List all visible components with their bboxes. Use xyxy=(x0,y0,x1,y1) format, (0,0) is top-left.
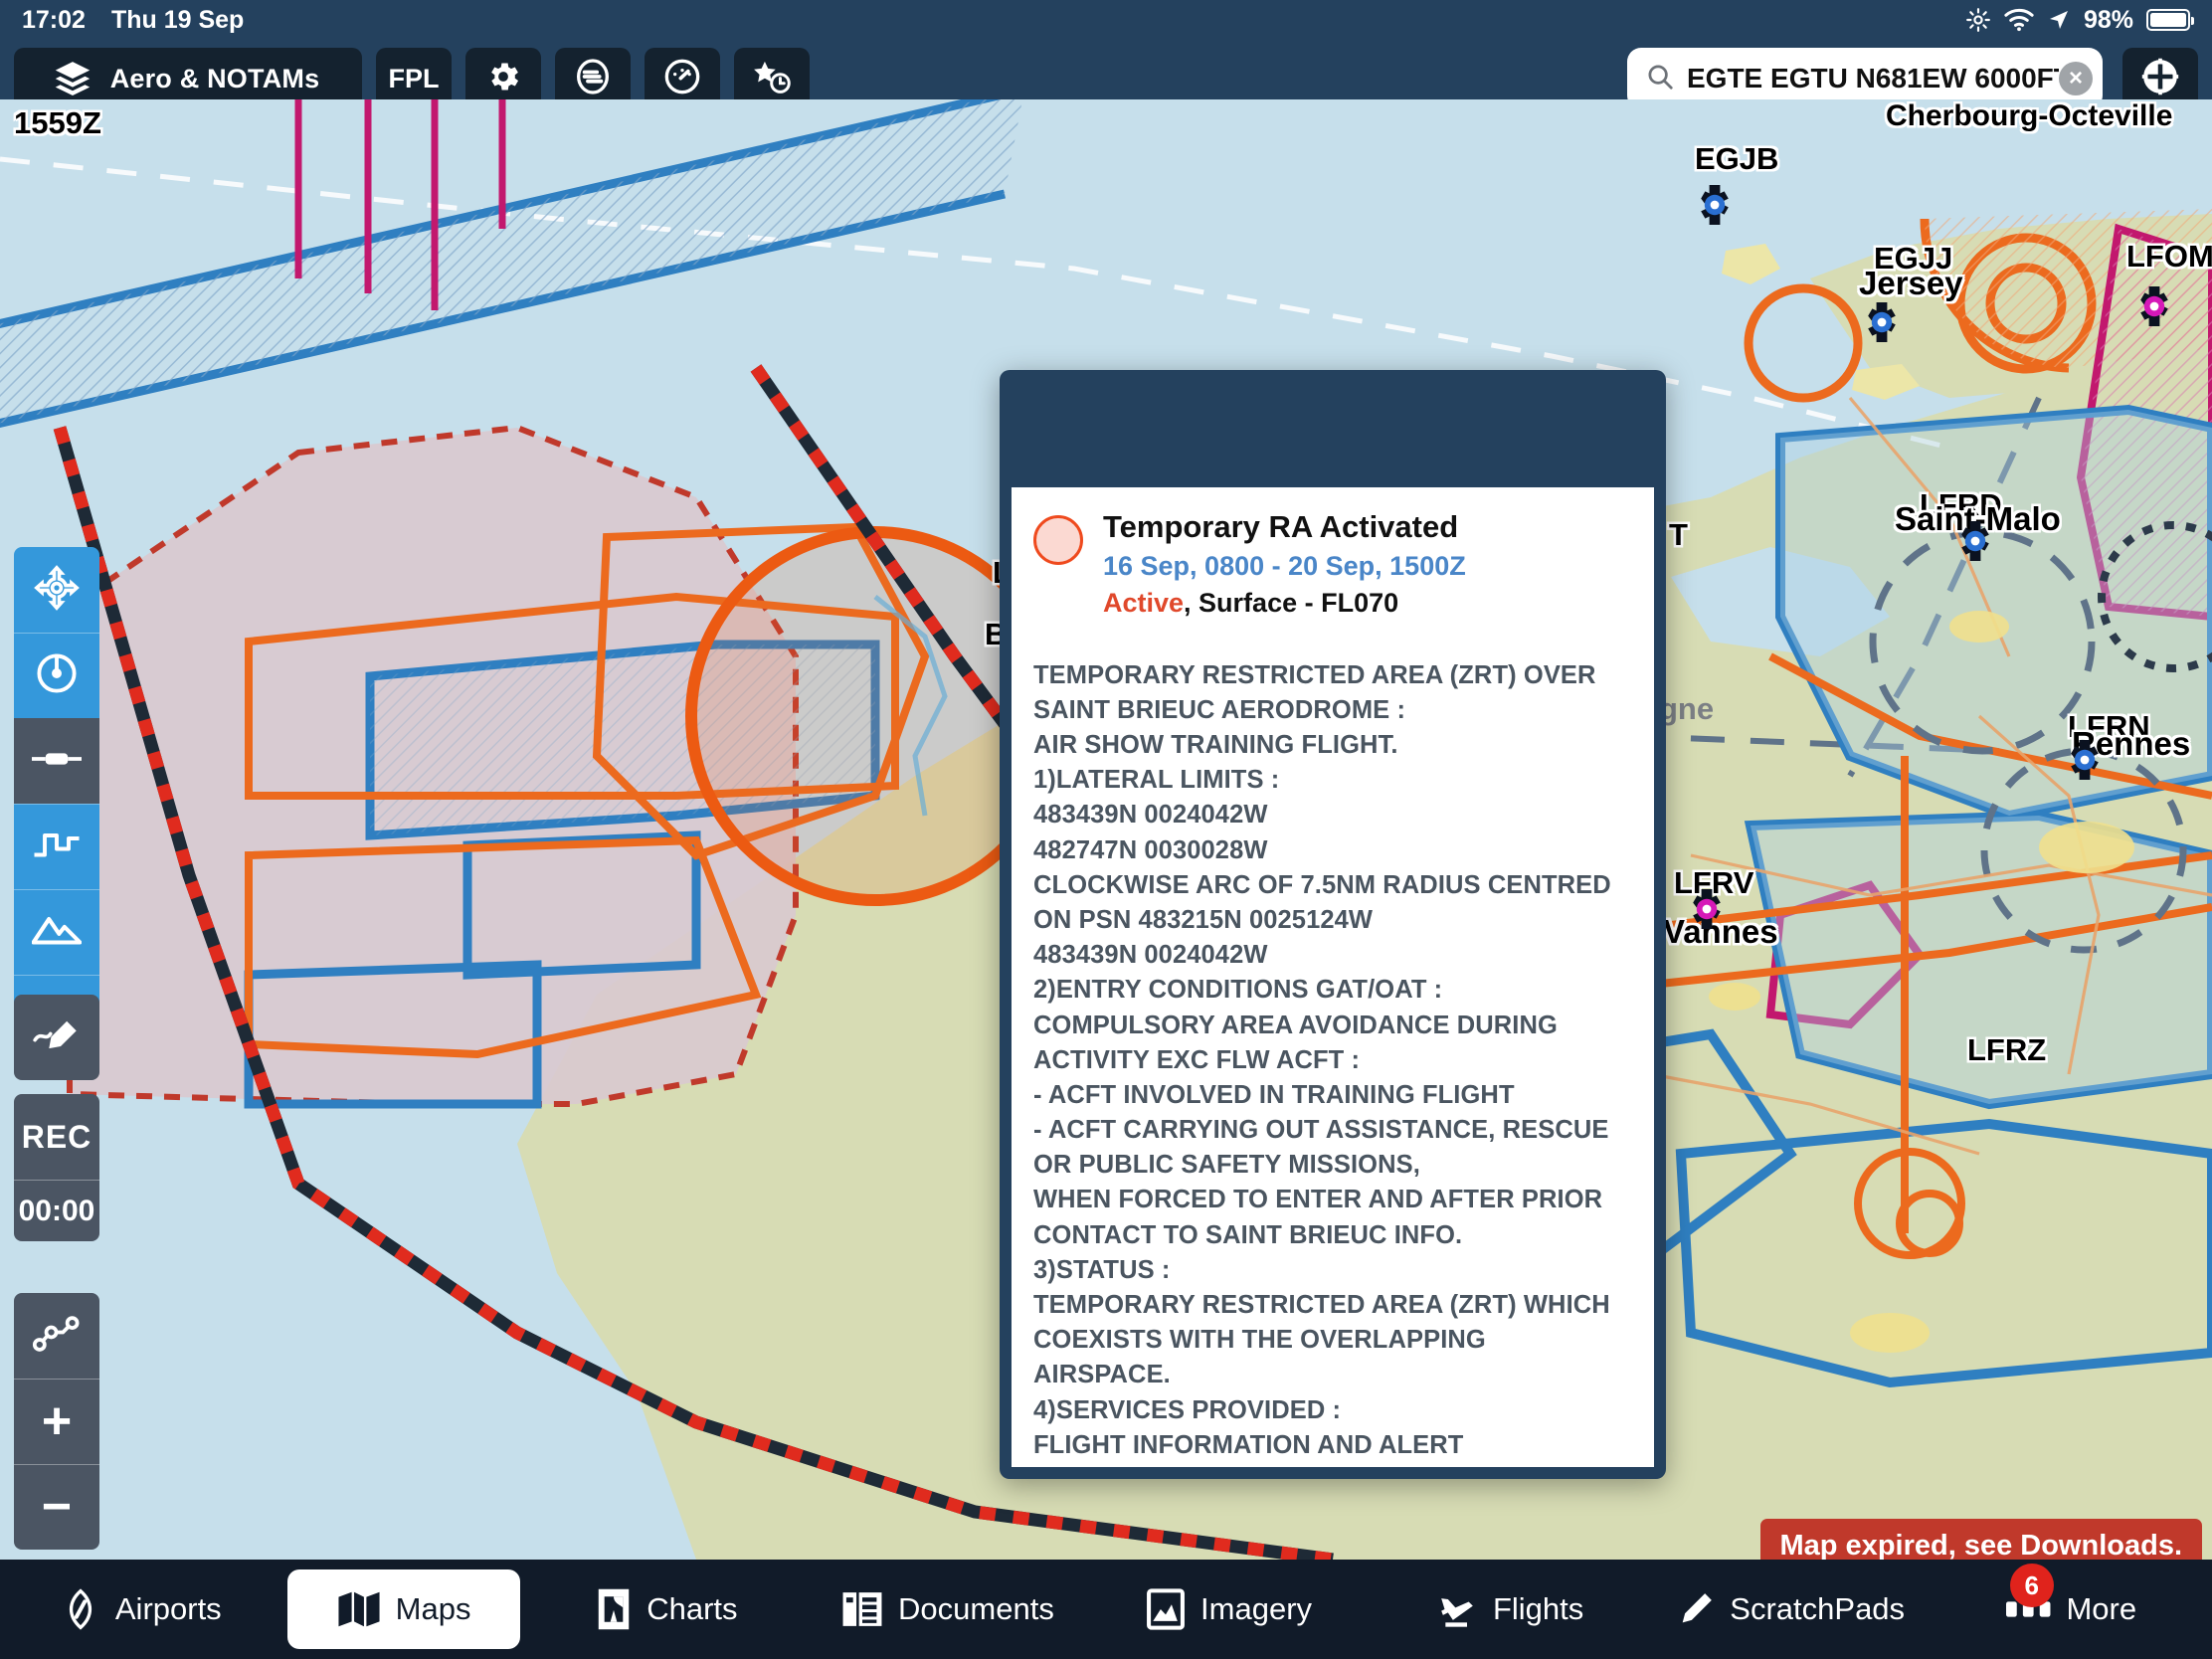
map-layers-label: Aero & NOTAMs xyxy=(109,63,320,93)
battery-percent-label: 98% xyxy=(2083,5,2133,34)
zoom-out-label: − xyxy=(41,1477,73,1536)
pencil-draw-icon xyxy=(32,1014,82,1062)
notam-period: 16 Sep, 0800 - 20 Sep, 1500Z xyxy=(1103,550,1466,581)
maps-folded-map-icon xyxy=(336,1588,382,1630)
terrain-profile-icon xyxy=(33,828,81,866)
notam-status-line: Active, Surface - FL070 xyxy=(1103,588,1466,619)
settings-gear-icon xyxy=(484,58,522,100)
airport-marker-egjb[interactable] xyxy=(1691,181,1739,229)
airport-marker-lfrn[interactable] xyxy=(2061,736,2109,784)
runway-extension-button[interactable] xyxy=(14,718,99,804)
documents-icon xyxy=(840,1588,884,1630)
notam-popup-card: Temporary RA Activated 16 Sep, 0800 - 20… xyxy=(1012,487,1654,1467)
airports-compass-icon xyxy=(60,1588,101,1630)
status-bar: 17:02 Thu 19 Sep 98% xyxy=(0,0,2212,40)
zoom-in-button[interactable]: + xyxy=(14,1379,99,1464)
tab-flights[interactable]: Flights xyxy=(1375,1569,1644,1649)
tab-airports[interactable]: Airports xyxy=(6,1569,276,1649)
map-tools-primary: 35 xyxy=(14,547,99,1060)
tab-scratchpads-label: ScratchPads xyxy=(1730,1591,1906,1626)
clock-date: Thu 19 Sep xyxy=(110,5,245,34)
map-expired-label: Map expired, see Downloads. xyxy=(1779,1529,2183,1561)
tab-airports-label: Airports xyxy=(114,1591,222,1626)
map-canvas[interactable]: 1559Z Cherbourg-Octeville EGJB EGJJ Jers… xyxy=(0,99,2212,1560)
tab-maps[interactable]: Maps xyxy=(286,1569,520,1649)
center-on-aircraft-button[interactable] xyxy=(14,547,99,633)
search-icon xyxy=(1645,62,1675,96)
track-up-mode-button[interactable] xyxy=(14,633,99,718)
notam-title: Temporary RA Activated xyxy=(1103,509,1459,544)
search-input[interactable]: EGTE EGTU N681EW 6000FT xyxy=(1675,63,2059,94)
bottom-tab-bar: Airports Maps Charts Documents Imagery F… xyxy=(0,1560,2212,1659)
record-button[interactable]: REC xyxy=(14,1094,99,1180)
tab-documents[interactable]: Documents xyxy=(813,1569,1082,1649)
status-bar-right: 98% xyxy=(1965,0,2194,40)
clock-time: 17:02 xyxy=(22,5,86,34)
airport-marker-lfrv[interactable] xyxy=(1683,885,1731,933)
charts-icon xyxy=(595,1587,633,1631)
notam-altitude: , Surface - FL070 xyxy=(1184,587,1399,618)
airport-marker-lfom[interactable] xyxy=(2130,282,2178,330)
notam-header: Temporary RA Activated 16 Sep, 0800 - 20… xyxy=(1012,487,1654,625)
route-editor-button[interactable] xyxy=(14,1293,99,1379)
route-nodes-icon xyxy=(32,1314,82,1359)
tab-imagery-label: Imagery xyxy=(1200,1591,1313,1626)
brightness-icon xyxy=(1965,7,1991,33)
runway-extension-icon xyxy=(32,746,82,777)
tab-more-label: More xyxy=(2066,1591,2137,1626)
more-badge: 6 xyxy=(2009,1564,2054,1607)
notam-status-dot-icon xyxy=(1033,515,1083,565)
scratchpads-pencil-icon xyxy=(1676,1589,1716,1629)
imagery-icon xyxy=(1145,1587,1187,1631)
recording-group: REC 00:00 xyxy=(14,1094,99,1241)
top-toolbar: Aero & NOTAMs FPL EGTE EGTU N681EW 6000F… xyxy=(0,40,2212,109)
terrain-profile-button[interactable] xyxy=(14,804,99,889)
zoom-out-button[interactable]: − xyxy=(14,1464,99,1550)
flights-plane-icon xyxy=(1435,1589,1479,1629)
status-bar-left: 17:02 Thu 19 Sep xyxy=(0,6,244,35)
tab-more[interactable]: 6 More xyxy=(1936,1564,2206,1649)
tab-flights-label: Flights xyxy=(1492,1591,1584,1626)
notam-popup[interactable]: Temporary RA Activated 16 Sep, 0800 - 20… xyxy=(1000,370,1666,1479)
draw-button[interactable] xyxy=(14,995,99,1080)
zoom-in-label: + xyxy=(41,1391,73,1450)
tab-documents-label: Documents xyxy=(898,1591,1054,1626)
notam-body-text: TEMPORARY RESTRICTED AREA (ZRT) OVER SAI… xyxy=(1033,660,1611,1467)
layers-icon xyxy=(35,57,110,100)
crosshair-icon xyxy=(2139,56,2181,102)
terrain-button[interactable] xyxy=(14,889,99,975)
tab-charts[interactable]: Charts xyxy=(532,1569,802,1649)
favorites-recents-icon xyxy=(750,57,794,101)
terrain-icon xyxy=(31,913,83,952)
search-clear-icon[interactable]: × xyxy=(2059,62,2093,95)
track-up-mode-icon xyxy=(34,650,80,701)
notam-status: Active xyxy=(1103,587,1185,618)
tab-charts-label: Charts xyxy=(646,1591,738,1626)
center-on-aircraft-icon xyxy=(34,564,80,616)
airport-marker-lfrd[interactable] xyxy=(1951,517,1999,565)
tab-imagery[interactable]: Imagery xyxy=(1094,1569,1364,1649)
battery-icon xyxy=(2146,9,2194,31)
instruments-gauge-icon xyxy=(662,57,702,101)
tab-maps-label: Maps xyxy=(395,1591,471,1626)
record-timer-value: 00:00 xyxy=(18,1194,95,1227)
draw-tool-group xyxy=(14,995,99,1080)
record-label: REC xyxy=(21,1118,92,1155)
airport-marker-egjj[interactable] xyxy=(1858,298,1906,346)
weather-icon xyxy=(573,57,613,101)
record-timer: 00:00 xyxy=(14,1180,99,1241)
route-zoom-group: + − xyxy=(14,1293,99,1550)
wifi-icon xyxy=(2004,8,2034,32)
tab-scratchpads[interactable]: ScratchPads xyxy=(1656,1569,1926,1649)
fpl-label: FPL xyxy=(388,63,440,93)
location-arrow-icon xyxy=(2047,8,2071,32)
map-expired-banner[interactable]: Map expired, see Downloads. xyxy=(1759,1519,2202,1561)
notam-header-text: Temporary RA Activated 16 Sep, 0800 - 20… xyxy=(1103,509,1466,619)
